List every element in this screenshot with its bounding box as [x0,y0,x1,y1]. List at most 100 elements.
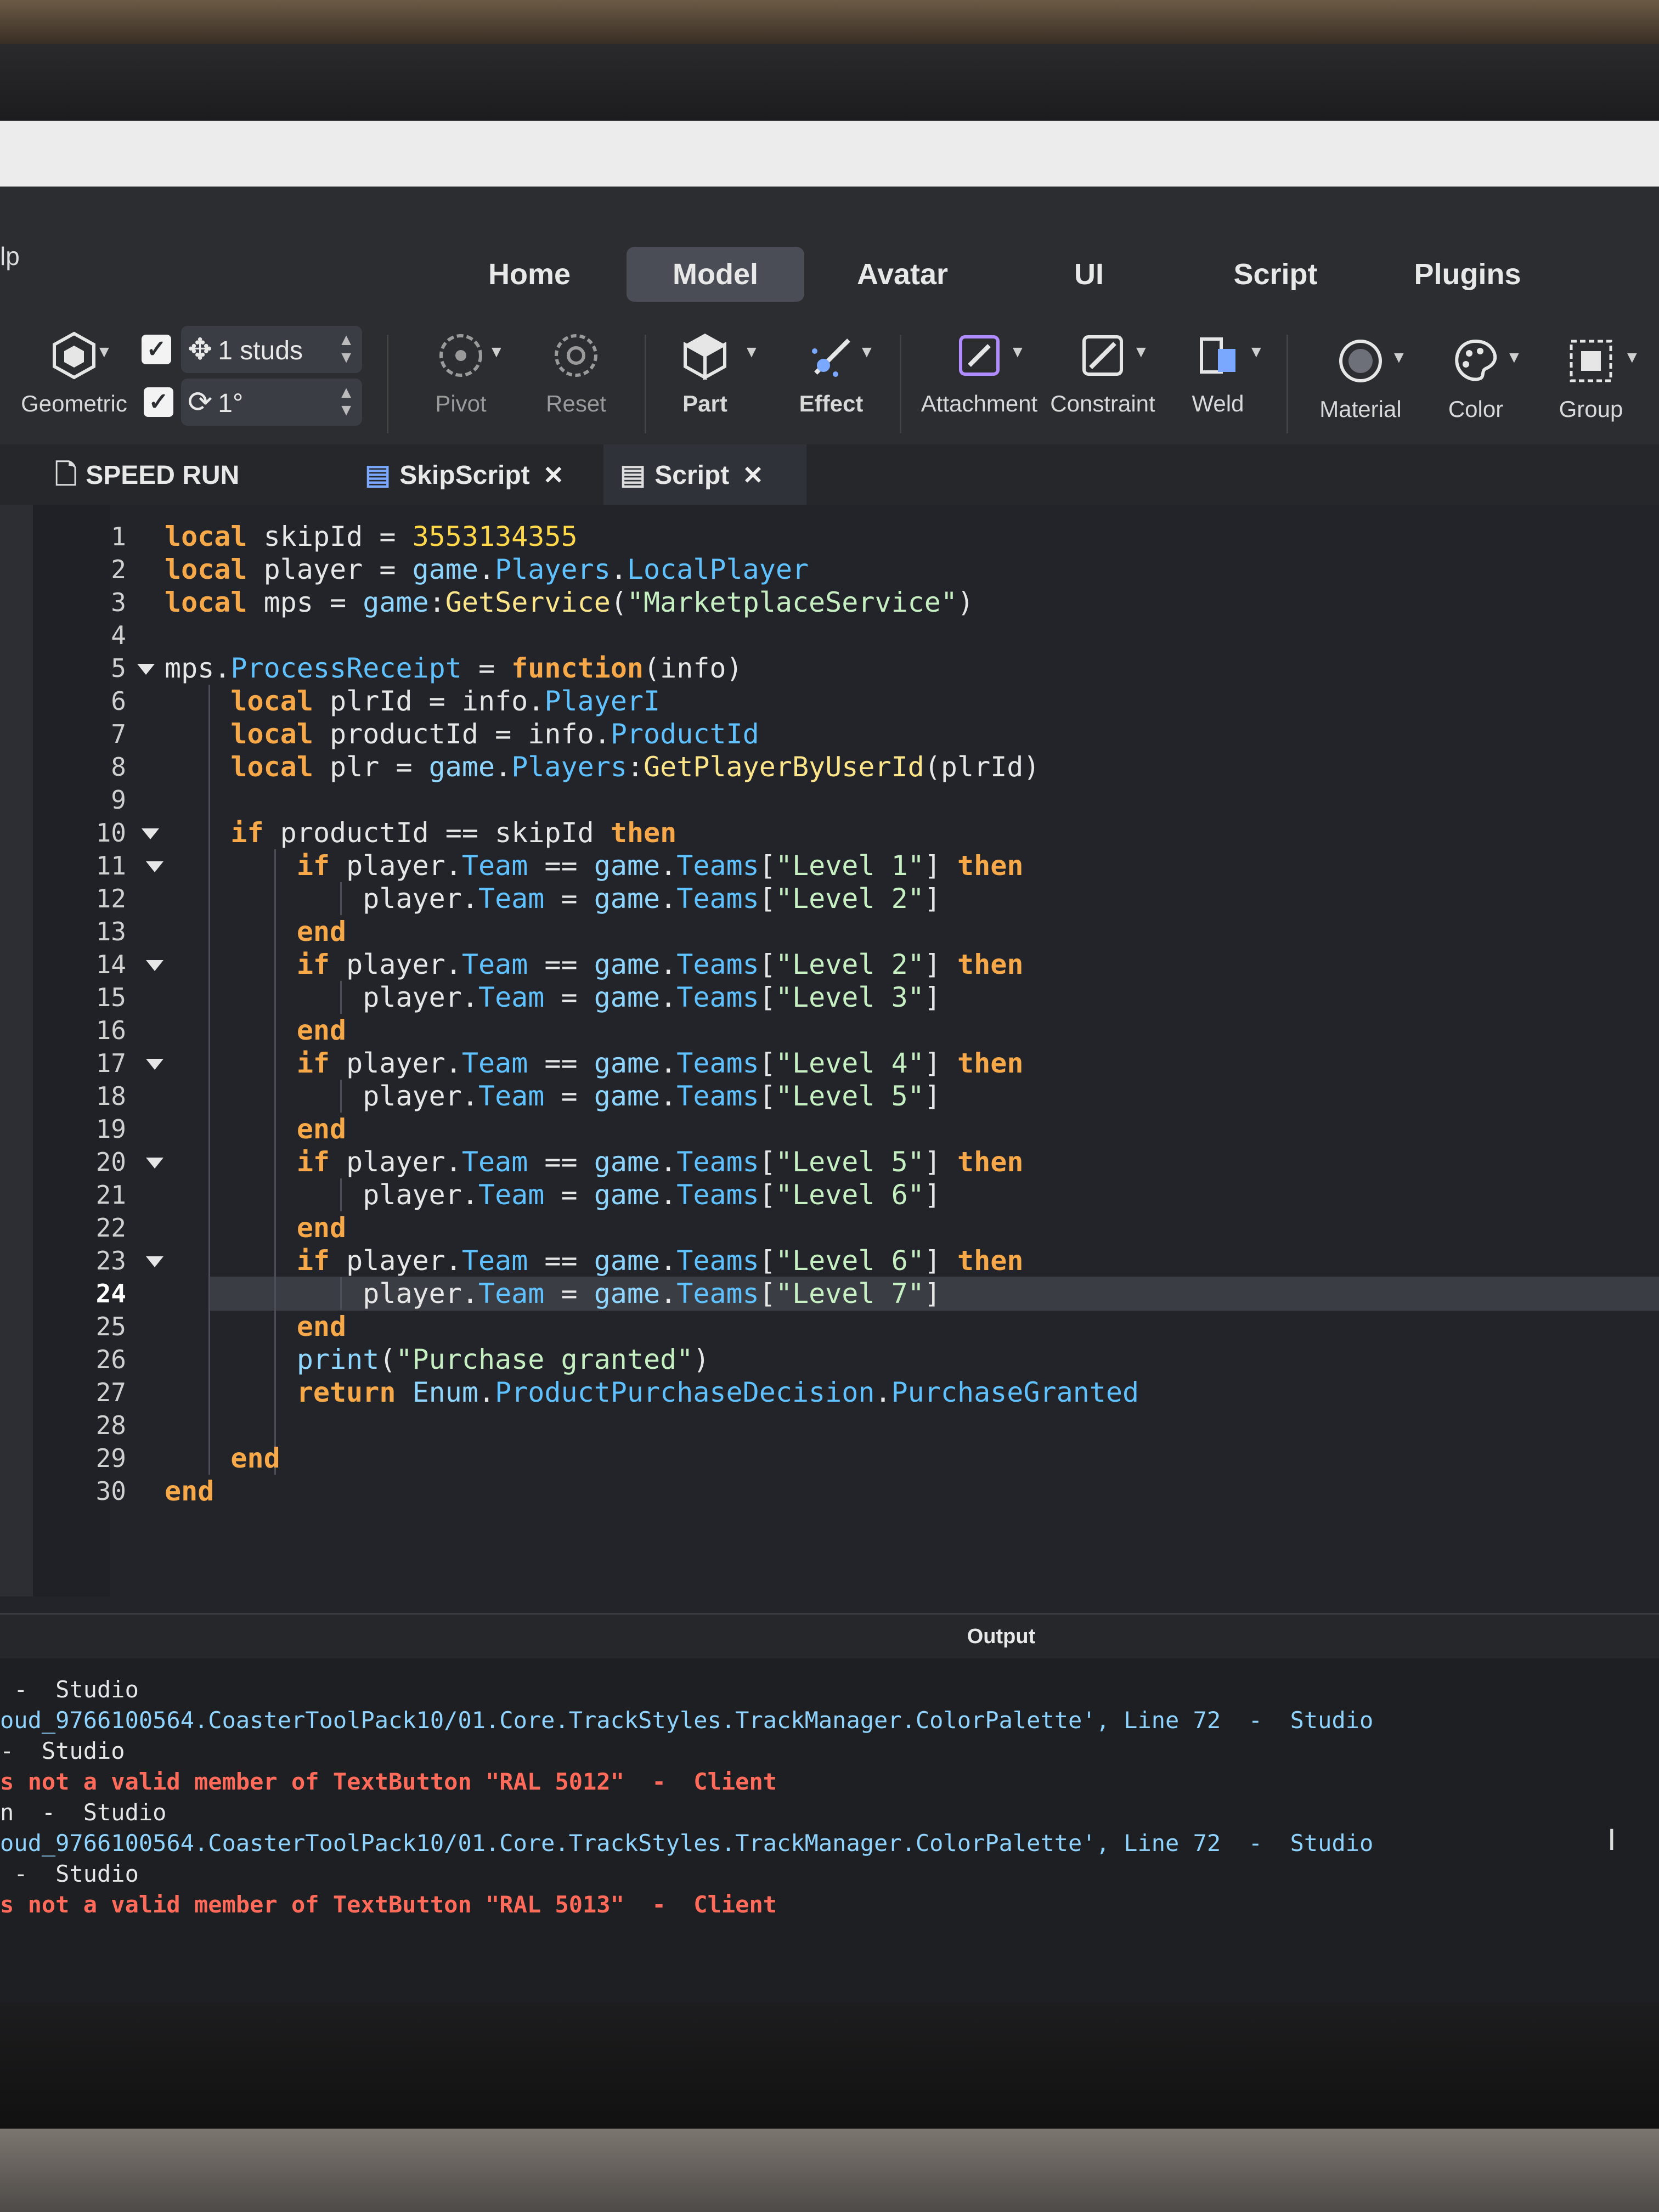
effect-label: Effect [799,391,864,416]
code-line[interactable]: end [165,1211,346,1244]
spinner-icon[interactable]: ▲ ▼ [338,384,354,419]
tab-model[interactable]: Model [627,247,804,302]
reset-label: Reset [546,391,606,416]
background-wall [0,0,1659,44]
fold-arrow-icon[interactable] [137,664,155,675]
code-line[interactable]: end [165,1310,346,1343]
code-line[interactable]: end [165,1475,214,1508]
group-button[interactable]: Group [1536,335,1646,422]
tab-script[interactable]: Script [1218,247,1333,302]
code-line[interactable]: if productId == skipId then [165,816,676,849]
rotate-snap-field[interactable]: ⟳ 1° ▲ ▼ [181,379,362,426]
line-number: 10 [95,818,126,848]
code-line[interactable]: local plr = game.Players:GetPlayerByUser… [165,751,1040,783]
attachment-label: Attachment [921,391,1038,416]
line-number: 23 [95,1246,126,1276]
code-line[interactable]: end [165,1442,280,1475]
tab-plugins[interactable]: Plugins [1404,247,1531,302]
fold-arrow-icon[interactable] [146,1256,163,1267]
tab-speed-run-wip[interactable]: 🗋SPEED RUN WIP✕ [55,444,324,551]
line-number: 18 [95,1081,126,1111]
line-number: 1 [111,522,126,551]
code-line[interactable]: if player.Team == game.Teams["Level 5"] … [165,1146,1024,1178]
script-editor[interactable]: 1 2 3 4 5 6 7 8 9 10 11 12 13 14 15 16 17 18 19 20 21 22 23 24 2… [0,505,1659,1613]
code-line[interactable]: if player.Team == game.Teams["Level 1"] … [165,849,1024,882]
close-icon[interactable]: ✕ [543,461,565,489]
rotate-snap-value: 1° [218,389,244,418]
attachment-icon [959,335,1000,376]
line-number: 11 [95,851,126,881]
line-number: 5 [111,653,126,683]
reset-pivot-button[interactable]: Reset [521,329,631,417]
line-number: 15 [95,983,126,1012]
constraint-button[interactable]: Constraint [1040,329,1166,417]
code-line[interactable]: local productId = info.ProductId [165,718,759,751]
code-line[interactable]: if player.Team == game.Teams["Level 6"] … [165,1244,1024,1277]
line-number: 4 [111,620,126,650]
code-line[interactable]: player.Team = game.Teams["Level 3"] [165,981,941,1014]
code-line[interactable]: end [165,915,346,948]
fold-arrow-icon[interactable] [146,1059,163,1070]
geometric-mode-button[interactable]: Geometric [11,329,137,417]
tab-ui[interactable]: UI [1059,247,1119,302]
code-line[interactable]: player.Team = game.Teams["Level 5"] [165,1080,941,1113]
chevron-down-icon[interactable]: ▼ [1009,343,1026,362]
chevron-down-icon[interactable]: ▼ [1248,343,1265,362]
code-line[interactable]: end [165,1014,346,1047]
code-line[interactable]: local mps = game:GetService("Marketplace… [165,586,974,619]
code-line[interactable]: return Enum.ProductPurchaseDecision.Purc… [165,1376,1139,1409]
output-line[interactable]: oud_9766100564.CoasterToolPack10/01.Core… [0,1704,1373,1737]
code-line[interactable]: if player.Team == game.Teams["Level 2"] … [165,948,1024,981]
weld-button[interactable]: Weld [1163,329,1273,417]
output-title: Output [967,1625,1036,1648]
effect-button[interactable]: Effect [774,329,889,417]
fold-arrow-icon[interactable] [146,1158,163,1169]
line-number: 21 [95,1180,126,1210]
chevron-down-icon[interactable]: ▼ [1133,343,1149,362]
pivot-button[interactable]: Pivot [406,329,516,417]
chevron-down-icon[interactable]: ▼ [488,343,505,362]
tab-script[interactable]: ▤ Script ✕ [603,444,806,505]
divider [387,335,388,433]
divider [645,335,646,433]
move-snap-checkbox[interactable]: ✓ [142,335,171,364]
chevron-down-icon[interactable]: ▼ [859,343,875,362]
color-button[interactable]: Color [1421,335,1531,422]
part-cube-icon [684,334,726,381]
code-line[interactable]: player.Team = game.Teams["Level 2"] [165,882,941,915]
tab-avatar[interactable]: Avatar [845,247,960,302]
code-line[interactable]: end [165,1113,346,1146]
tab-home[interactable]: Home [472,247,587,302]
chevron-down-icon[interactable]: ▼ [1624,348,1640,367]
code-line[interactable]: local player = game.Players.LocalPlayer [165,553,809,586]
code-line[interactable]: mps.ProcessReceipt = function(info) [165,652,743,685]
rotate-snap-checkbox[interactable]: ✓ [144,387,173,417]
code-line[interactable]: local plrId = info.PlayerI [165,685,660,718]
code-line[interactable]: local skipId = 3553134355 [165,520,578,553]
chevron-down-icon[interactable]: ▼ [1391,348,1407,367]
line-number: 12 [95,884,126,913]
line-number: 2 [111,555,126,584]
tab-skipscript[interactable]: ▤ SkipScript ✕ [365,444,573,505]
fold-arrow-icon[interactable] [146,861,163,872]
code-line[interactable]: player.Team = game.Teams["Level 6"] [165,1178,941,1211]
part-button[interactable]: Part [658,329,752,417]
output-line[interactable]: oud_9766100564.CoasterToolPack10/01.Core… [0,1827,1373,1860]
fold-arrow-icon[interactable] [142,828,159,839]
chevron-down-icon[interactable]: ▼ [743,343,760,362]
chevron-down-icon[interactable]: ▼ [1506,348,1522,367]
line-number: 3 [111,588,126,617]
code-line[interactable]: print("Purchase granted") [165,1343,710,1376]
material-button[interactable]: Material [1306,335,1415,422]
close-icon[interactable]: ✕ [742,461,764,489]
spinner-icon[interactable]: ▲ ▼ [338,331,354,366]
move-snap-field[interactable]: ✥ 1 studs ▲ ▼ [181,326,362,373]
chevron-down-icon[interactable]: ▼ [96,343,112,362]
divider [1286,335,1288,433]
code-line[interactable]: player.Team = game.Teams["Level 7"] [165,1277,941,1310]
attachment-button[interactable]: Attachment [916,329,1042,417]
output-line: - Studio [0,1676,139,1703]
fold-arrow-icon[interactable] [146,960,163,971]
code-line[interactable]: if player.Team == game.Teams["Level 4"] … [165,1047,1024,1080]
monitor-bezel-top [0,44,1659,121]
